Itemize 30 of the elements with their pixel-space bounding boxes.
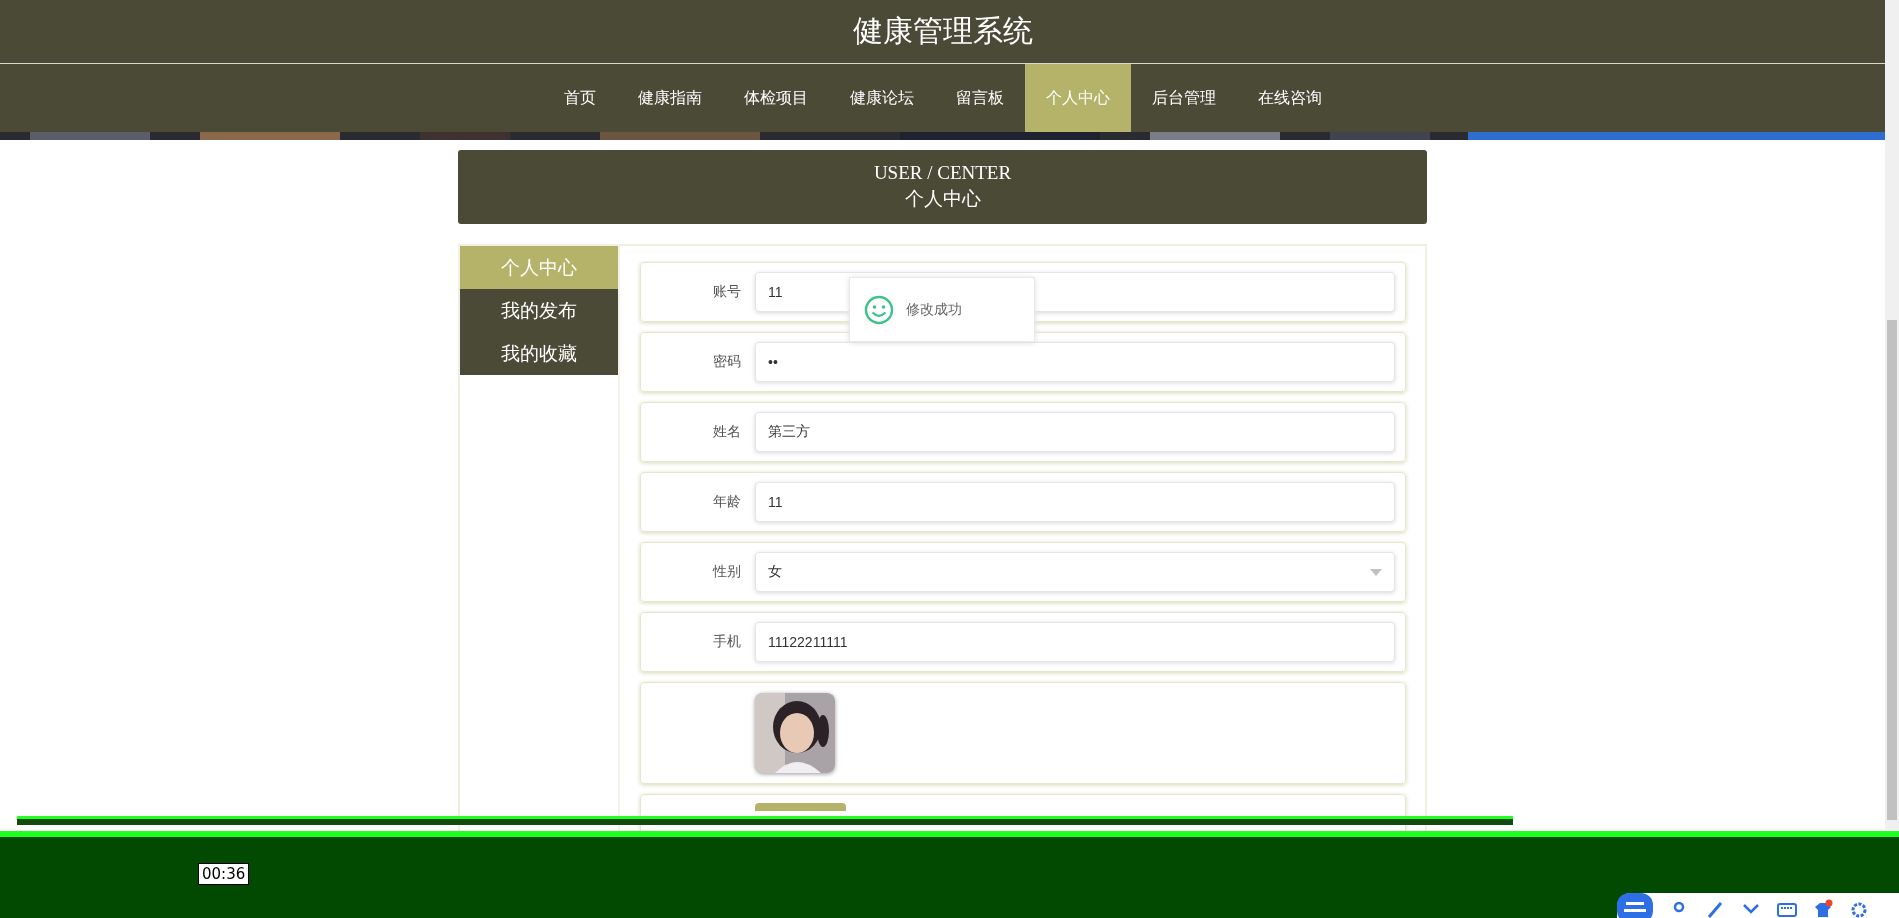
field-label: 姓名	[712, 423, 742, 441]
nav-item[interactable]: 体检项目	[722, 64, 829, 132]
field-label: 密码	[712, 353, 742, 371]
shirt-icon[interactable]	[1813, 899, 1833, 918]
section-subtitle: USER / CENTER	[873, 162, 1012, 184]
nav-item[interactable]: 健康论坛	[828, 64, 935, 132]
section-title: 个人中心	[904, 187, 981, 211]
field-label: 账号	[712, 283, 742, 301]
smiley-icon	[864, 294, 894, 325]
input-field[interactable]: 11	[755, 482, 1395, 522]
pen-icon[interactable]	[1705, 899, 1725, 918]
field-label: 性别	[711, 563, 742, 581]
input-field[interactable]: 第三方	[755, 412, 1395, 452]
nav-item[interactable]: 首页	[542, 64, 617, 132]
select-field[interactable]: 女	[755, 552, 1395, 592]
input-field[interactable]: ••	[755, 342, 1395, 382]
field-label: 年龄	[712, 493, 742, 511]
caret-icon	[1370, 568, 1382, 576]
sidebar-item[interactable]: 我的收藏	[460, 332, 618, 375]
nav-item[interactable]: 健康指南	[616, 64, 723, 132]
sidebar-item[interactable]: 我的发布	[460, 289, 618, 332]
scrollbar[interactable]	[1885, 0, 1899, 830]
nav-item[interactable]: 后台管理	[1130, 64, 1237, 132]
ime-logo-icon[interactable]	[1617, 893, 1653, 918]
time-tooltip: 00:36	[198, 863, 250, 885]
field-label: 手机	[712, 633, 742, 651]
input-field[interactable]: 11122211111	[755, 622, 1395, 662]
site-title: 健康管理系统	[852, 13, 1033, 49]
nav-item[interactable]: 留言板	[934, 64, 1025, 132]
nav-item[interactable]: 在线咨询	[1236, 64, 1343, 132]
